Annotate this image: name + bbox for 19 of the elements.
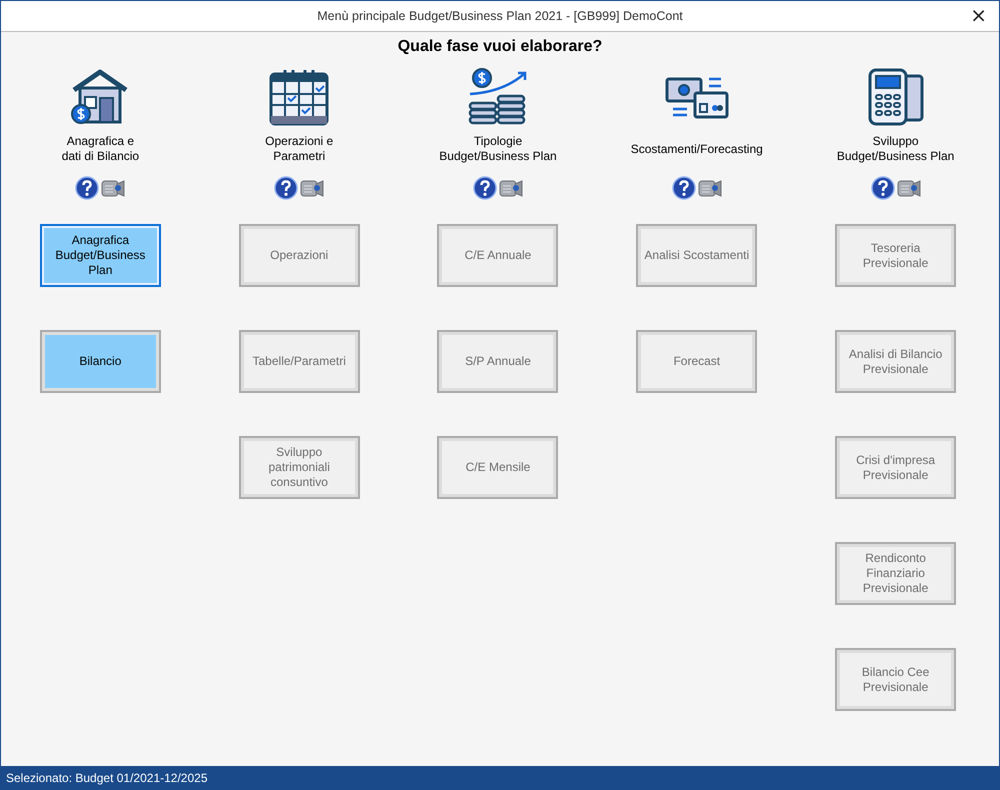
- status-bar: Selezionato: Budget 01/2021-12/2025: [1, 766, 999, 790]
- close-button[interactable]: ×: [966, 5, 991, 25]
- section-label: Anagrafica e dati di Bilancio: [62, 133, 140, 165]
- calendar-icon: [269, 68, 330, 126]
- window-title: Menù principale Budget/Business Plan 2021 - [GB999] DemoCont: [317, 9, 683, 23]
- menu-button[interactable]: Anagrafica Budget/Business Plan: [40, 224, 161, 287]
- section-label: Operazioni e Parametri: [265, 133, 334, 165]
- help-icon[interactable]: [274, 176, 298, 200]
- help-icon[interactable]: [870, 176, 895, 200]
- section-label: Sviluppo Budget/Business Plan: [836, 133, 954, 165]
- card-terminal-icon: [866, 68, 926, 126]
- heading: Quale fase vuoi elaborare?: [396, 38, 604, 56]
- section-label: Scostamenti/Forecasting: [630, 140, 763, 158]
- coins-growth-icon: [468, 68, 528, 126]
- section-label: Tipologie Budget/Business Plan: [439, 133, 557, 165]
- help-icon[interactable]: [472, 176, 497, 200]
- help-icon[interactable]: [75, 176, 100, 200]
- menu-button[interactable]: Bilancio: [40, 330, 161, 393]
- help-icon[interactable]: [672, 176, 696, 200]
